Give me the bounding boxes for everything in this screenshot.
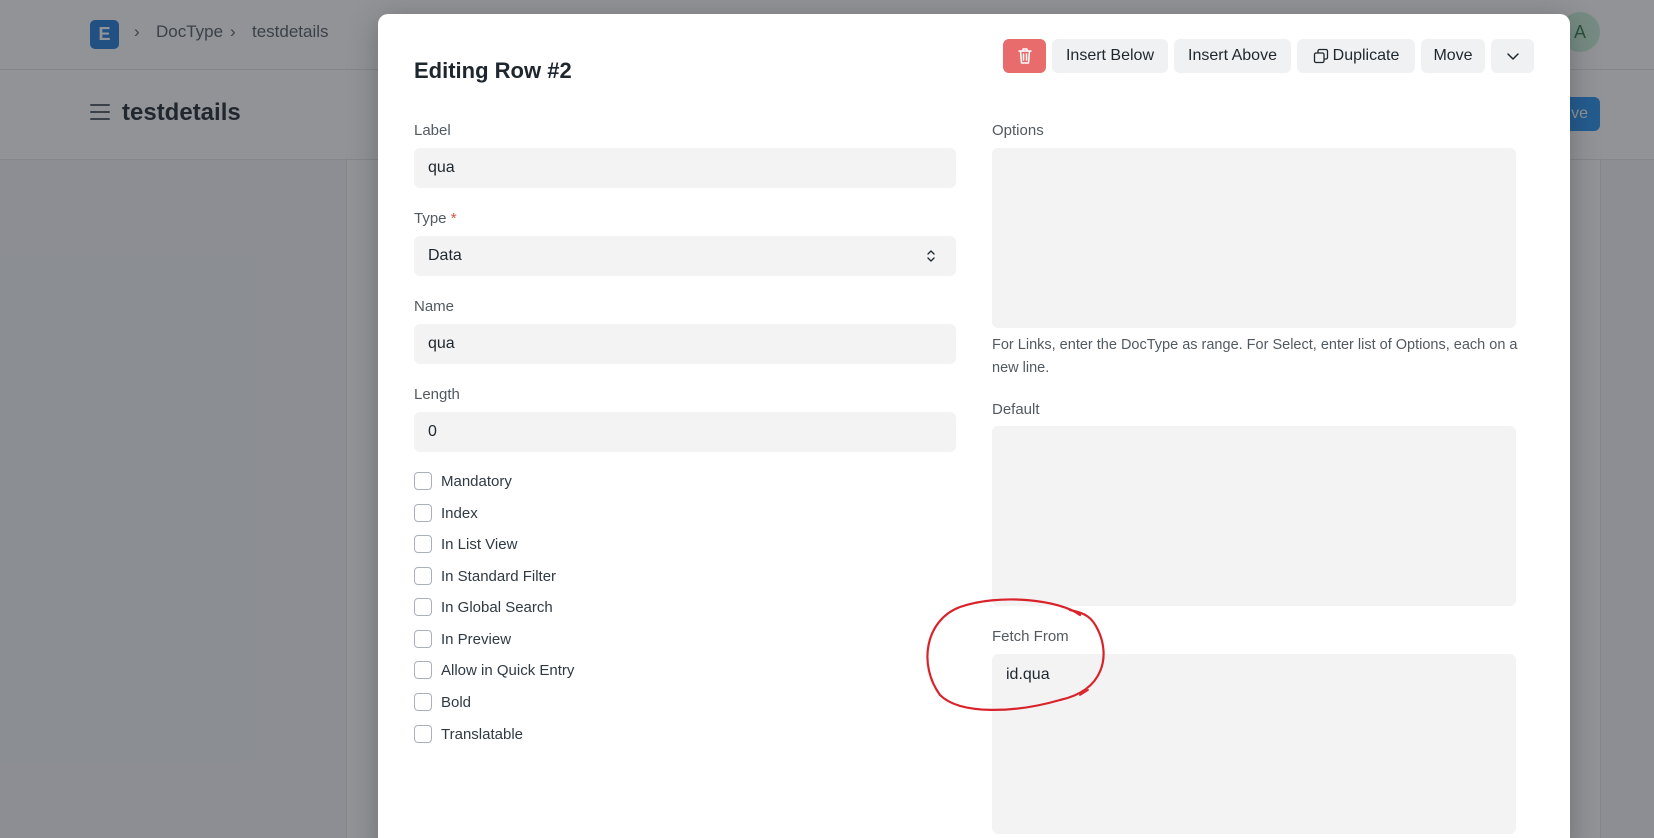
options-field-label: Options [992, 122, 1044, 139]
type-select-value: Data [428, 247, 462, 264]
type-label-text: Type [414, 210, 447, 227]
insert-above-button[interactable]: Insert Above [1174, 39, 1291, 73]
checkbox-label: In Preview [441, 630, 512, 648]
checkbox-label: In Standard Filter [441, 567, 557, 585]
annotation-circle-icon [926, 598, 1105, 711]
duplicate-label: Duplicate [1332, 47, 1400, 64]
checkbox-box[interactable] [414, 535, 432, 553]
checkbox-label: Translatable [441, 725, 523, 743]
bold-checkbox[interactable]: Bold [414, 692, 471, 712]
default-field-label: Default [992, 401, 1040, 418]
more-actions-button[interactable] [1491, 39, 1534, 73]
checkbox-label: In List View [441, 535, 518, 553]
checkbox-box[interactable] [414, 725, 432, 743]
name-input[interactable]: qua [414, 324, 956, 364]
checkbox-box[interactable] [414, 504, 432, 522]
checkbox-label: Index [441, 504, 478, 522]
translatable-checkbox[interactable]: Translatable [414, 724, 523, 744]
label-input[interactable]: qua [414, 148, 956, 188]
move-button[interactable]: Move [1421, 39, 1485, 73]
mandatory-checkbox[interactable]: Mandatory [414, 471, 512, 491]
delete-row-button[interactable] [1003, 39, 1046, 73]
default-textarea[interactable] [992, 426, 1516, 606]
checkbox-box[interactable] [414, 472, 432, 490]
in-global-search-checkbox[interactable]: In Global Search [414, 597, 553, 617]
in-list-view-checkbox[interactable]: In List View [414, 534, 517, 554]
name-field-label: Name [414, 298, 455, 315]
duplicate-icon [1313, 48, 1328, 63]
checkbox-label: Mandatory [441, 472, 512, 490]
in-standard-filter-checkbox[interactable]: In Standard Filter [414, 566, 556, 586]
checkbox-label: In Global Search [441, 598, 553, 616]
options-help-text: For Links, enter the DocType as range. F… [992, 337, 1518, 376]
checkbox-label: Bold [441, 693, 472, 711]
dialog-title: Editing Row #2 [414, 58, 572, 83]
type-field-label: Type * [414, 210, 457, 227]
length-input[interactable]: 0 [414, 412, 956, 452]
label-field-label: Label [414, 122, 451, 139]
allow-in-quick-entry-checkbox[interactable]: Allow in Quick Entry [414, 660, 574, 680]
in-preview-checkbox[interactable]: In Preview [414, 629, 511, 649]
index-checkbox[interactable]: Index [414, 503, 478, 523]
checkbox-box[interactable] [414, 567, 432, 585]
checkbox-box[interactable] [414, 693, 432, 711]
insert-below-button[interactable]: Insert Below [1052, 39, 1168, 73]
checkbox-label: Allow in Quick Entry [441, 661, 575, 679]
duplicate-button[interactable]: Duplicate [1297, 39, 1415, 73]
chevron-down-icon [1506, 53, 1519, 60]
checkbox-box[interactable] [414, 630, 432, 648]
trash-icon [1017, 48, 1032, 64]
select-arrows-icon [927, 250, 935, 262]
checkbox-box[interactable] [414, 661, 432, 679]
options-textarea[interactable] [992, 148, 1516, 328]
checkbox-box[interactable] [414, 598, 432, 616]
required-indicator: * [450, 210, 457, 227]
type-select[interactable]: Data [414, 236, 956, 276]
length-field-label: Length [414, 386, 460, 403]
